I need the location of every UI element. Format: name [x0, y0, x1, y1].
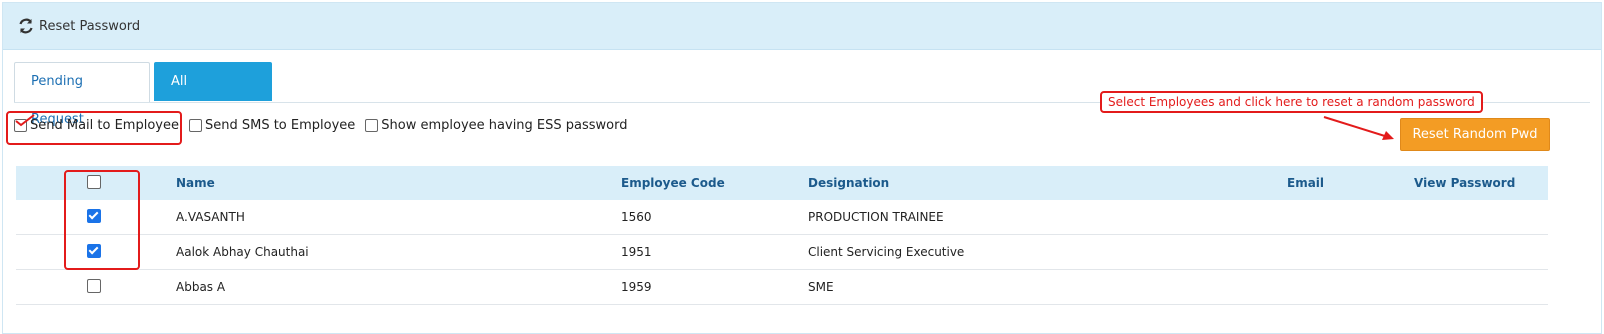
show-ess-label: Show employee having ESS password [381, 118, 628, 133]
cell-designation: SME [808, 280, 834, 294]
tab-pending-request[interactable]: Pending Request [14, 62, 150, 127]
col-view-password[interactable]: View Password [1414, 176, 1548, 190]
refresh-icon[interactable] [17, 17, 35, 35]
show-ess-checkbox[interactable] [365, 119, 379, 132]
employees-table: Name Employee Code Designation Email Vie… [16, 166, 1548, 305]
annotation-note: Select Employees and click here to reset… [1100, 91, 1483, 113]
cell-name: Abbas A [176, 280, 226, 294]
cell-designation: Client Servicing Executive [808, 245, 965, 259]
reset-random-pwd-button[interactable]: Reset Random Pwd [1400, 118, 1550, 151]
col-email[interactable]: Email [1287, 176, 1414, 190]
send-sms-checkbox[interactable] [188, 119, 202, 132]
col-designation[interactable]: Designation [808, 176, 1287, 190]
cell-employee-code: 1560 [621, 210, 652, 224]
col-employee-code[interactable]: Employee Code [621, 176, 808, 190]
cell-name: Aalok Abhay Chauthai [176, 245, 309, 259]
annotation-arrow [1323, 116, 1394, 140]
table-header: Name Employee Code Designation Email Vie… [16, 166, 1548, 200]
panel-header: Reset Password [3, 3, 1601, 50]
table-row[interactable]: Aalok Abhay Chauthai 1951 Client Servicing… [16, 235, 1548, 270]
send-sms-option[interactable]: Send SMS to Employee [188, 118, 356, 133]
table-row[interactable]: A.VASANTH 1560 PRODUCTION TRAINEE [16, 200, 1548, 235]
check-mark-annotation [15, 114, 35, 127]
cell-designation: PRODUCTION TRAINEE [808, 210, 944, 224]
cell-employee-code: 1959 [621, 280, 652, 294]
cell-employee-code: 1951 [621, 245, 652, 259]
col-name[interactable]: Name [176, 176, 621, 190]
send-sms-label: Send SMS to Employee [204, 118, 356, 133]
show-ess-option[interactable]: Show employee having ESS password [365, 118, 628, 133]
highlight-selected-rows [64, 170, 140, 270]
page-title: Reset Password [39, 18, 141, 34]
tab-all-employees[interactable]: All Employees [154, 62, 272, 127]
row-checkbox[interactable] [87, 278, 101, 293]
table-row[interactable]: Abbas A 1959 SME [16, 270, 1548, 305]
cell-name: A.VASANTH [176, 210, 245, 224]
